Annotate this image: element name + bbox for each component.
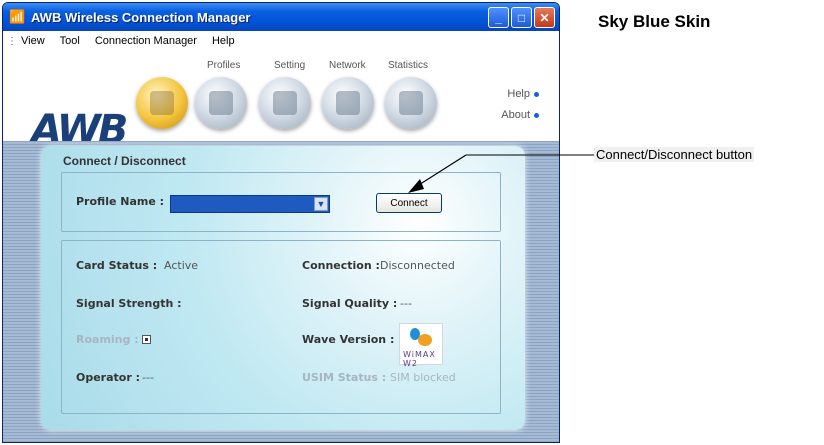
roaming-checkbox[interactable]	[142, 335, 151, 344]
help-dot-icon	[534, 91, 539, 97]
callout-label: Connect/Disconnect button	[594, 147, 755, 162]
tab-label-network: Network	[329, 60, 366, 71]
card-status-label: Card Status :	[76, 259, 158, 272]
about-dot-icon	[534, 112, 539, 118]
setting-tab-icon[interactable]	[259, 77, 311, 129]
menu-grip-icon: ⋮	[7, 35, 17, 47]
status-group: Card Status : Active Connection : Discon…	[61, 240, 501, 414]
app-icon: 📶	[9, 9, 26, 24]
connection-label: Connection :	[302, 259, 380, 272]
connect-panel: Connect / Disconnect Profile Name : ▼ Co…	[41, 146, 525, 430]
panel-title: Connect / Disconnect	[63, 154, 186, 168]
help-link[interactable]: Help	[507, 88, 539, 100]
close-button[interactable]: ✕	[534, 7, 555, 28]
signal-quality-label: Signal Quality :	[302, 297, 398, 310]
operator-value: ---	[142, 371, 154, 384]
window-title: AWB Wireless Connection Manager	[31, 9, 251, 25]
usim-status-label: USIM Status :	[302, 371, 387, 384]
menu-tool[interactable]: Tool	[60, 35, 80, 47]
operator-label: Operator :	[76, 371, 141, 384]
about-link-label: About	[501, 109, 530, 121]
tab-label-profiles: Profiles	[207, 60, 241, 71]
window-controls: _ □ ✕	[488, 7, 555, 28]
usim-status-value: SIM blocked	[390, 371, 456, 384]
signal-quality-value: ---	[400, 297, 412, 310]
wimax-logo-text: WiMAX W2	[403, 350, 436, 368]
tab-label-statistics: Statistics	[388, 60, 429, 71]
profiles-tab-icon[interactable]	[195, 77, 247, 129]
wave-version-label: Wave Version :	[302, 333, 395, 346]
card-status-value: Active	[164, 259, 199, 272]
minimize-button[interactable]: _	[488, 7, 509, 28]
help-link-label: Help	[507, 88, 530, 100]
profile-select[interactable]: ▼	[170, 195, 330, 213]
profile-name-label: Profile Name :	[76, 195, 165, 208]
wimax-logo: WiMAX W2	[399, 323, 443, 368]
tab-label-setting: Setting	[274, 60, 306, 71]
roaming-label: Roaming :	[76, 333, 139, 346]
menu-help[interactable]: Help	[212, 35, 235, 47]
about-link[interactable]: About	[501, 109, 539, 121]
connection-value: Disconnected	[380, 259, 455, 272]
connect-button[interactable]: Connect	[376, 193, 442, 213]
network-tab-icon[interactable]	[322, 77, 374, 129]
menu-view[interactable]: View	[21, 35, 45, 47]
maximize-button[interactable]: □	[511, 7, 532, 28]
title-bar[interactable]: 📶 AWB Wireless Connection Manager _ □ ✕	[3, 3, 559, 31]
app-window: 📶 AWB Wireless Connection Manager _ □ ✕ …	[2, 2, 560, 443]
toolbar: AWB Profiles Setting Network Statistics …	[3, 51, 559, 153]
connect-tab-icon[interactable]	[136, 77, 188, 129]
skin-title: Sky Blue Skin	[598, 12, 711, 31]
signal-strength-label: Signal Strength :	[76, 297, 182, 310]
statistics-tab-icon[interactable]	[385, 77, 437, 129]
menu-connection-manager[interactable]: Connection Manager	[95, 35, 197, 47]
chevron-down-icon[interactable]: ▼	[314, 197, 328, 211]
menu-bar: ⋮ View Tool Connection Manager Help	[3, 31, 559, 51]
profile-group: Profile Name : ▼ Connect	[61, 172, 501, 232]
